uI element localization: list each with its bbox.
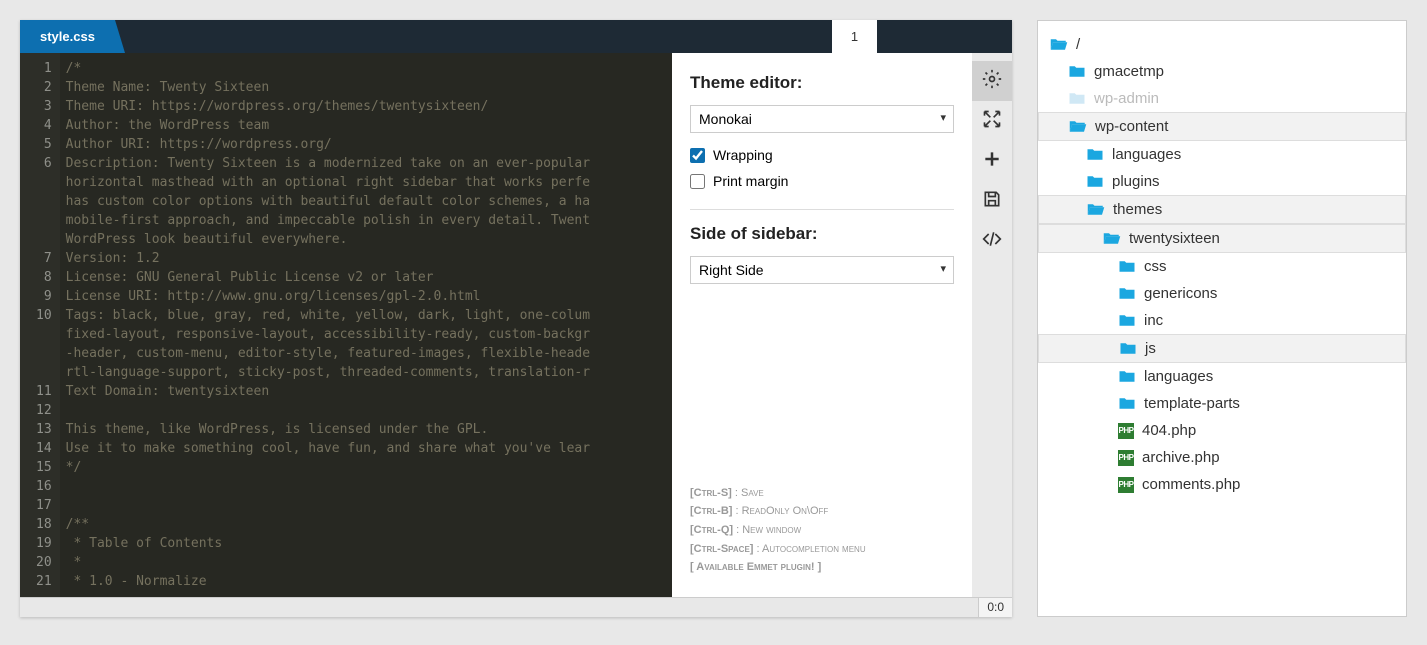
tree-label: twentysixteen bbox=[1129, 230, 1220, 247]
tree-label: languages bbox=[1112, 146, 1181, 163]
php-icon: PHP bbox=[1118, 450, 1134, 466]
printmargin-checkbox-row[interactable]: Print margin bbox=[690, 173, 954, 189]
plus-icon bbox=[982, 149, 1002, 174]
tree-item-gmacetmp[interactable]: gmacetmp bbox=[1038, 58, 1406, 85]
save-icon bbox=[982, 189, 1002, 214]
code-content[interactable]: /* Theme Name: Twenty Sixteen Theme URI:… bbox=[60, 53, 672, 597]
tree-item-languages[interactable]: languages bbox=[1038, 363, 1406, 390]
wrapping-checkbox-row[interactable]: Wrapping bbox=[690, 147, 954, 163]
line-gutter: 123456 78910 1112131415161718192021 bbox=[20, 53, 60, 597]
tree-item-genericons[interactable]: genericons bbox=[1038, 280, 1406, 307]
tree-item-themes[interactable]: themes bbox=[1038, 195, 1406, 224]
code-area[interactable]: 123456 78910 1112131415161718192021 /* T… bbox=[20, 53, 672, 597]
tree-item-wp-admin[interactable]: wp-admin bbox=[1038, 85, 1406, 112]
php-icon: PHP bbox=[1118, 423, 1134, 439]
code-button[interactable] bbox=[972, 221, 1012, 261]
tree-label: gmacetmp bbox=[1094, 63, 1164, 80]
tree-item-inc[interactable]: inc bbox=[1038, 307, 1406, 334]
file-tree: / gmacetmp wp-admin wp-content languages plug… bbox=[1038, 31, 1406, 498]
tree-label: themes bbox=[1113, 201, 1162, 218]
cursor-line-indicator: 1 bbox=[832, 20, 877, 53]
shortcuts-list: [Ctrl-S] : Save[Ctrl-B] : ReadOnly On\Of… bbox=[690, 484, 954, 577]
tree-label: 404.php bbox=[1142, 422, 1196, 439]
wrapping-checkbox[interactable] bbox=[690, 148, 705, 163]
tree-label: languages bbox=[1144, 368, 1213, 385]
editor-body: 123456 78910 1112131415161718192021 /* T… bbox=[20, 53, 1012, 597]
tree-label: template-parts bbox=[1144, 395, 1240, 412]
status-bar: 0:0 bbox=[20, 597, 1012, 617]
tab-bar: style.css 1 bbox=[20, 20, 1012, 53]
divider bbox=[690, 209, 954, 210]
tree-label: js bbox=[1145, 340, 1156, 357]
tree-label: wp-content bbox=[1095, 118, 1168, 135]
tree-label: plugins bbox=[1112, 173, 1160, 190]
fullscreen-button[interactable] bbox=[972, 101, 1012, 141]
tree-item-template-parts[interactable]: template-parts bbox=[1038, 390, 1406, 417]
tree-item-404-php[interactable]: PHP 404.php bbox=[1038, 417, 1406, 444]
app-root: style.css 1 123456 78910 111213141516171… bbox=[20, 20, 1407, 617]
tree-label: wp-admin bbox=[1094, 90, 1159, 107]
editor-panel: style.css 1 123456 78910 111213141516171… bbox=[20, 20, 1012, 617]
sidebar-heading: Side of sidebar: bbox=[690, 224, 954, 244]
save-button[interactable] bbox=[972, 181, 1012, 221]
tree-item-languages[interactable]: languages bbox=[1038, 141, 1406, 168]
theme-heading: Theme editor: bbox=[690, 73, 954, 93]
file-tab[interactable]: style.css bbox=[20, 20, 115, 53]
php-icon: PHP bbox=[1118, 477, 1134, 493]
theme-select[interactable]: Monokai bbox=[690, 105, 954, 133]
settings-button[interactable] bbox=[972, 61, 1012, 101]
tree-item-wp-content[interactable]: wp-content bbox=[1038, 112, 1406, 141]
tree-item-archive-php[interactable]: PHP archive.php bbox=[1038, 444, 1406, 471]
tree-label: comments.php bbox=[1142, 476, 1240, 493]
printmargin-label: Print margin bbox=[713, 173, 788, 189]
tree-label: genericons bbox=[1144, 285, 1217, 302]
tree-item-comments-php[interactable]: PHP comments.php bbox=[1038, 471, 1406, 498]
status-position: 0:0 bbox=[978, 598, 1012, 617]
settings-panel: Theme editor: Monokai Wrapping Print mar… bbox=[672, 53, 972, 597]
file-tree-panel[interactable]: / gmacetmp wp-admin wp-content languages plug… bbox=[1037, 20, 1407, 617]
tree-item-js[interactable]: js bbox=[1038, 334, 1406, 363]
new-button[interactable] bbox=[972, 141, 1012, 181]
tree-label: inc bbox=[1144, 312, 1163, 329]
gear-icon bbox=[982, 69, 1002, 94]
tree-item-plugins[interactable]: plugins bbox=[1038, 168, 1406, 195]
tree-label: / bbox=[1076, 36, 1080, 53]
code-icon bbox=[982, 229, 1002, 254]
tree-item-css[interactable]: css bbox=[1038, 253, 1406, 280]
expand-icon bbox=[982, 109, 1002, 134]
sidebar-side-select[interactable]: Right Side bbox=[690, 256, 954, 284]
tree-item--[interactable]: / bbox=[1038, 31, 1406, 58]
tree-label: archive.php bbox=[1142, 449, 1220, 466]
printmargin-checkbox[interactable] bbox=[690, 174, 705, 189]
tree-item-twentysixteen[interactable]: twentysixteen bbox=[1038, 224, 1406, 253]
wrapping-label: Wrapping bbox=[713, 147, 773, 163]
tree-label: css bbox=[1144, 258, 1167, 275]
tool-column bbox=[972, 53, 1012, 597]
